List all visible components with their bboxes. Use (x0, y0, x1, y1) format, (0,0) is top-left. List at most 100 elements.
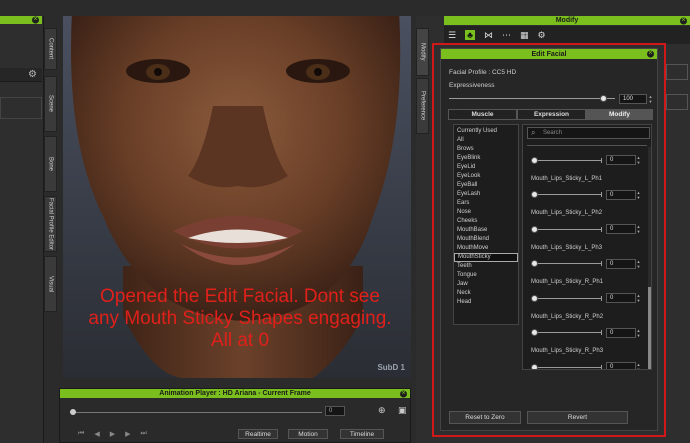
timeline-slider[interactable] (70, 409, 322, 415)
left-panel-field[interactable] (0, 97, 42, 119)
shape-value-stepper[interactable]: ▲ ▼ (636, 190, 641, 200)
shape-slider[interactable] (531, 156, 602, 164)
category-item[interactable]: Cheeks (454, 217, 518, 226)
tab-modify[interactable]: Modify (416, 28, 429, 76)
shape-value-input[interactable]: 0 (606, 293, 636, 303)
button-label: Reset to Zero (465, 414, 505, 421)
category-item[interactable]: EyeBall (454, 181, 518, 190)
category-item[interactable]: Neck (454, 289, 518, 298)
shape-slider-knob[interactable] (531, 329, 538, 336)
close-icon[interactable]: ✕ (680, 17, 687, 24)
shape-value-input[interactable]: 0 (606, 155, 636, 165)
viewport[interactable]: Opened the Edit Facial. Dont see any Mou… (63, 16, 411, 378)
shape-label: Mouth_Lips_Sticky_R_Ph1 (531, 279, 604, 285)
shape-slider-knob[interactable] (531, 225, 538, 233)
category-item[interactable]: Head (454, 298, 518, 307)
shape-value-input[interactable]: 0 (606, 362, 636, 369)
tab-muscle[interactable]: Muscle (448, 109, 517, 120)
category-item[interactable]: EyeLash (454, 190, 518, 199)
revert-button[interactable]: Revert (527, 411, 628, 424)
expressiveness-input[interactable]: 100 (619, 94, 647, 104)
expressiveness-stepper[interactable]: ▲ ▼ (648, 94, 653, 104)
step-back-icon[interactable]: ◀ (94, 430, 99, 438)
close-icon[interactable]: ✕ (647, 50, 654, 58)
category-item[interactable]: MouthMove (454, 244, 518, 253)
shape-value-input[interactable]: 0 (606, 224, 636, 234)
shape-value-input[interactable]: 0 (606, 258, 636, 269)
shape-value-stepper[interactable]: ▲ ▼ (636, 155, 641, 165)
gear-icon[interactable]: ⚙ (28, 69, 37, 80)
shape-slider[interactable] (531, 294, 602, 302)
shape-slider[interactable] (531, 260, 602, 267)
tab-facial-profile-editor[interactable]: Facial Profile Editor (44, 196, 57, 252)
tab-bone[interactable]: Bone (44, 136, 57, 192)
close-icon[interactable]: ✕ (32, 16, 39, 24)
bone-icon[interactable]: ⋈ (484, 30, 493, 41)
category-item[interactable]: Nose (454, 208, 518, 217)
category-item[interactable]: EyeBlink (454, 154, 518, 163)
edit-facial-title: Edit Facial (531, 50, 567, 58)
shape-slider-row: 0 ▲ ▼ (531, 362, 641, 369)
shape-value-stepper[interactable]: ▲ ▼ (636, 259, 641, 269)
expressiveness-slider[interactable] (449, 95, 615, 102)
skip-end-icon[interactable]: ⏭ (140, 430, 146, 438)
reset-to-zero-button[interactable]: Reset to Zero (449, 411, 521, 424)
shape-value-stepper[interactable]: ▲ ▼ (636, 293, 641, 303)
category-item[interactable]: Brows (454, 145, 518, 154)
scrollbar[interactable] (648, 147, 651, 369)
tab-preference[interactable]: Preference (416, 78, 429, 134)
shape-slider[interactable] (531, 225, 602, 233)
morph-icon[interactable]: ⋯ (502, 30, 511, 41)
step-forward-icon[interactable]: ▶ (125, 430, 130, 438)
category-item[interactable]: All (454, 136, 518, 145)
category-item[interactable]: Currently Used (454, 127, 518, 136)
sliders-icon[interactable]: ☰ (448, 30, 456, 41)
shape-slider-knob[interactable] (531, 260, 538, 267)
shape-slider[interactable] (531, 363, 602, 369)
screen-icon[interactable]: ▣ (398, 405, 407, 416)
shape-value-input[interactable]: 0 (606, 189, 636, 200)
close-icon[interactable]: ✕ (400, 390, 407, 397)
tab-expression[interactable]: Expression (517, 109, 586, 120)
category-item[interactable]: EyeLid (454, 163, 518, 172)
shape-value-stepper[interactable]: ▲ ▼ (636, 328, 641, 338)
category-item[interactable]: Teeth (454, 262, 518, 271)
scrollbar-thumb[interactable] (648, 287, 651, 369)
play-icon[interactable]: ▶ (110, 430, 115, 438)
timeline-knob[interactable] (70, 409, 76, 415)
category-item[interactable]: Jaw (454, 280, 518, 289)
category-item[interactable]: EyeLook (454, 172, 518, 181)
tab-label: Bone (47, 156, 54, 171)
category-item[interactable]: Tongue (454, 271, 518, 280)
tab-content[interactable]: Content (44, 28, 57, 70)
category-item[interactable]: MouthBase (454, 226, 518, 235)
timeline-button[interactable]: Timeline (340, 429, 384, 439)
skip-start-icon[interactable]: ⏮ (78, 430, 84, 438)
shape-slider[interactable] (531, 329, 602, 336)
shape-slider-knob[interactable] (531, 363, 538, 369)
edit-facial-tabs: Muscle Expression Modify (448, 109, 653, 120)
tab-scene[interactable]: Scene (44, 76, 57, 132)
shape-value-stepper[interactable]: ▲ ▼ (636, 362, 641, 369)
frame-field[interactable]: 0 (325, 406, 345, 416)
tab-visual[interactable]: Visual (44, 256, 57, 312)
edit-facial-dialog: Edit Facial ✕ Facial Profile : CC5 HD Ex… (440, 48, 658, 431)
camera-icon[interactable]: ⊕ (378, 405, 386, 416)
shape-slider[interactable] (531, 191, 602, 198)
category-item[interactable]: Ears (454, 199, 518, 208)
realtime-button[interactable]: Realtime (238, 429, 278, 439)
tab-modify-active[interactable]: Modify (586, 109, 653, 120)
category-item[interactable]: MouthBlend (454, 235, 518, 244)
shape-slider-knob[interactable] (531, 191, 538, 198)
expressiveness-knob[interactable] (600, 95, 608, 102)
shape-value-input[interactable]: 0 (606, 327, 636, 338)
motion-button[interactable]: Motion (288, 429, 328, 439)
checker-icon[interactable]: ▦ (520, 30, 529, 41)
category-item[interactable]: MouthSticky (454, 253, 518, 262)
shape-slider-knob[interactable] (531, 156, 538, 164)
shape-slider-knob[interactable] (531, 294, 538, 302)
animation-player-title: Animation Player : HD Ariana - Current F… (159, 390, 311, 397)
figure-icon[interactable]: ♣ (465, 30, 475, 40)
gear-icon[interactable]: ⚙ (538, 30, 546, 41)
shape-value-stepper[interactable]: ▲ ▼ (636, 224, 641, 234)
